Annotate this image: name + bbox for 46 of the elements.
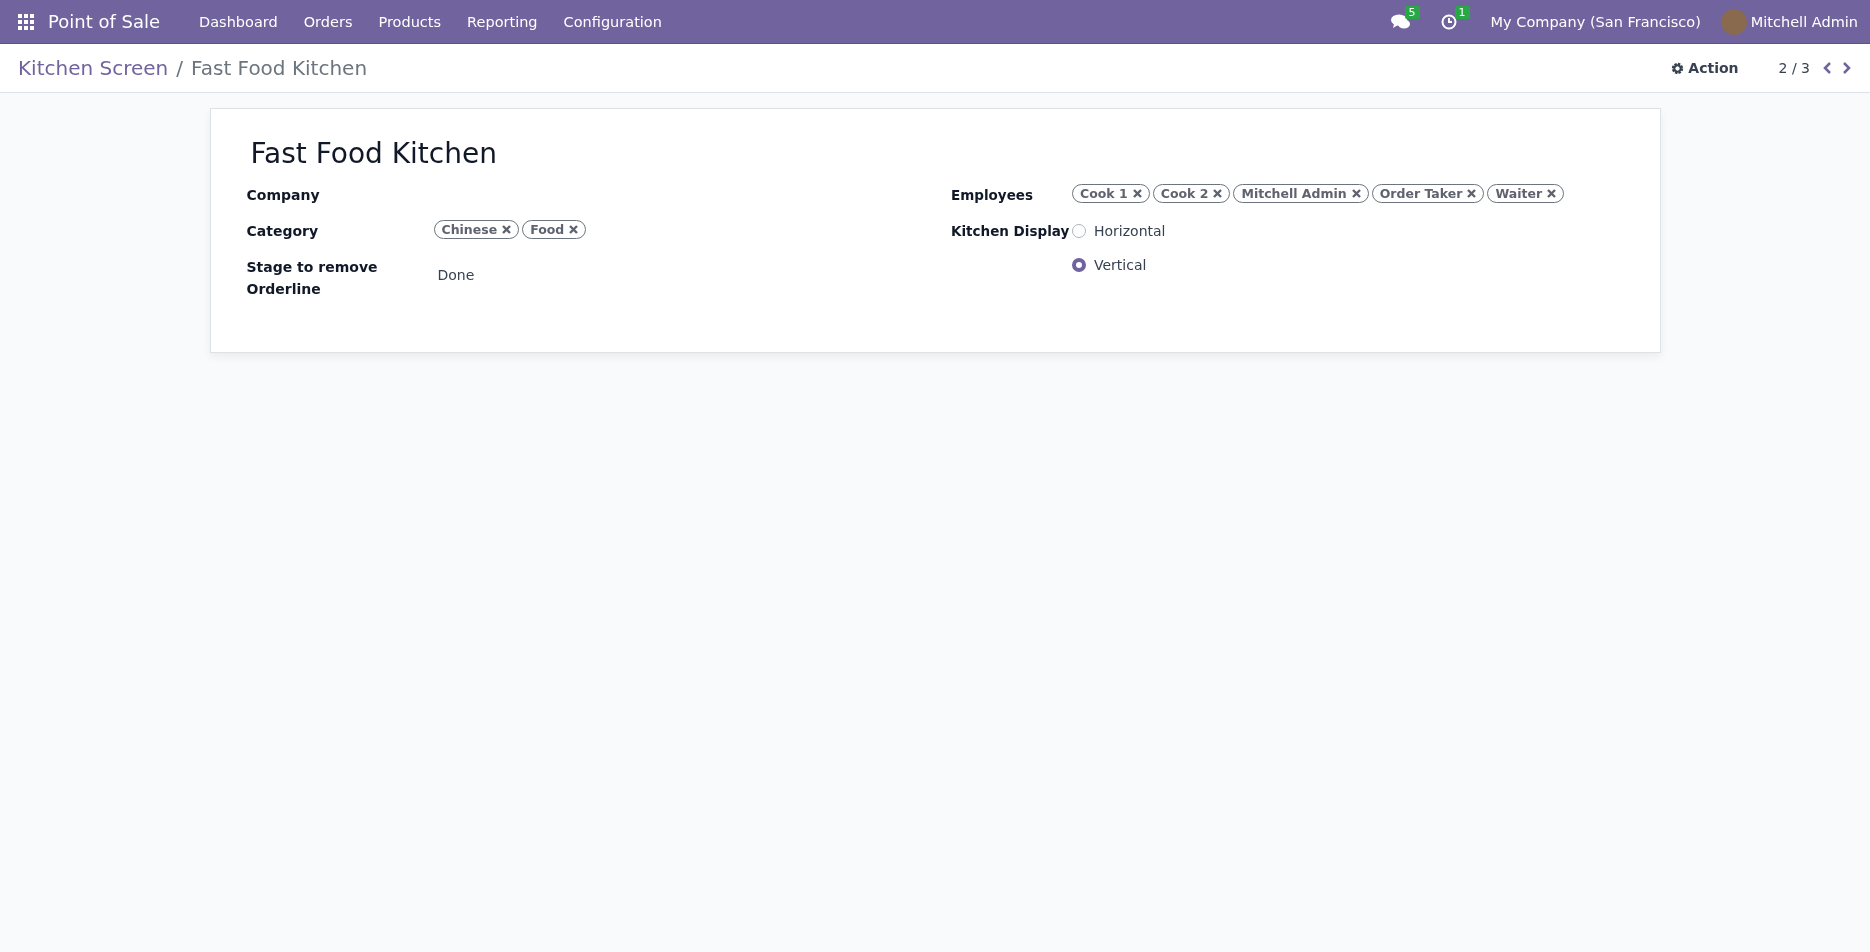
remove-icon[interactable] [1213, 189, 1223, 198]
breadcrumb-separator: / [176, 56, 184, 80]
tag-label: Order Taker [1379, 186, 1463, 201]
gear-icon [1671, 61, 1685, 75]
menu-item[interactable]: Products [365, 13, 455, 30]
menu-item[interactable]: Configuration [550, 13, 675, 30]
activity-count-badge: 1 [1454, 5, 1470, 19]
tag-label: Mitchell Admin [1241, 186, 1347, 201]
menu-item[interactable]: Reporting [454, 13, 551, 30]
company-switcher[interactable]: My Company (San Francisco) [1490, 13, 1701, 30]
remove-icon[interactable] [1467, 189, 1477, 198]
clock-icon[interactable] [1440, 13, 1457, 30]
apps-menu-icon[interactable] [18, 13, 34, 30]
field-label: Employees [951, 186, 1034, 205]
menu-item[interactable]: Orders [290, 13, 366, 30]
field-label: Stage to remove Orderline [246, 258, 379, 299]
tag-label: Waiter [1495, 186, 1543, 201]
field-value: Done [436, 266, 475, 285]
field-label: Company [246, 186, 321, 205]
tag-label: Food [530, 222, 565, 237]
message-count-badge: 5 [1404, 5, 1420, 19]
remove-icon[interactable] [1547, 189, 1557, 198]
radio-button[interactable] [1072, 224, 1086, 238]
field-label: Kitchen Display [951, 222, 1071, 241]
chat-icon[interactable] [1390, 13, 1411, 30]
next-icon[interactable] [1842, 61, 1852, 75]
radio-label[interactable]: Horizontal [1094, 220, 1166, 242]
user-menu[interactable]: Mitchell Admin [1750, 13, 1858, 30]
remove-icon[interactable] [1351, 189, 1361, 198]
radio-label[interactable]: Vertical [1094, 254, 1147, 276]
radio-button[interactable] [1072, 258, 1086, 272]
breadcrumb-current: Fast Food Kitchen [191, 56, 368, 80]
remove-icon[interactable] [1132, 189, 1142, 198]
app-name[interactable]: Point of Sale [48, 11, 161, 32]
breadcrumb-link[interactable]: Kitchen Screen [18, 56, 169, 80]
menu-item[interactable]: Dashboard [186, 13, 291, 30]
field-label: Category [246, 222, 320, 241]
pager-value[interactable]: 2 / 3 [1778, 60, 1810, 76]
tag-label: Cook 1 [1080, 186, 1128, 201]
record-title: Fast Food Kitchen [250, 137, 498, 170]
action-menu-button[interactable]: Action [1671, 60, 1739, 76]
previous-icon[interactable] [1822, 61, 1832, 75]
tag-label: Chinese [441, 222, 498, 237]
remove-icon[interactable] [569, 225, 579, 234]
tag-label: Cook 2 [1160, 186, 1209, 201]
remove-icon[interactable] [502, 225, 512, 234]
